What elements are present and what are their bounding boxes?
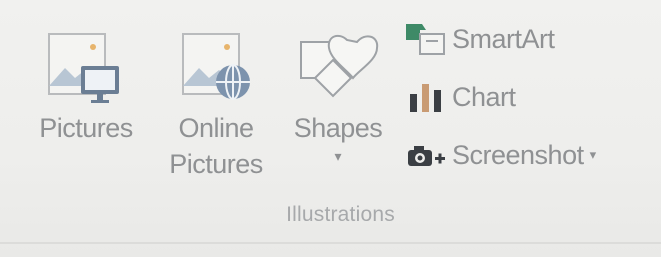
ribbon-bottom-divider bbox=[0, 242, 661, 244]
online-pictures-button[interactable]: Online Pictures bbox=[168, 14, 264, 182]
shapes-dropdown-caret-icon[interactable]: ▾ bbox=[334, 148, 341, 164]
shapes-button[interactable]: Shapes ▾ bbox=[290, 14, 386, 164]
online-pictures-label-line2: Pictures bbox=[169, 149, 263, 179]
illustrations-group: Pictures Online Pictures Shapes ▾ SmartA… bbox=[0, 0, 661, 257]
smartart-icon bbox=[402, 19, 450, 59]
chart-label: Chart bbox=[452, 81, 516, 112]
online-pictures-label-line1: Online bbox=[178, 113, 254, 143]
online-pictures-icon bbox=[168, 14, 264, 110]
shapes-label: Shapes bbox=[293, 113, 383, 143]
small-buttons-column: SmartArt Chart Screenshot ▾ bbox=[402, 10, 596, 184]
shapes-icon bbox=[290, 14, 386, 110]
screenshot-label: Screenshot bbox=[452, 139, 584, 170]
group-label: Illustrations bbox=[0, 203, 661, 227]
screenshot-camera-icon bbox=[402, 135, 450, 175]
pictures-button[interactable]: Pictures bbox=[38, 14, 134, 146]
smartart-label: SmartArt bbox=[452, 23, 555, 54]
chart-button[interactable]: Chart bbox=[402, 68, 596, 126]
picture-monitor-icon bbox=[38, 14, 134, 110]
screenshot-button[interactable]: Screenshot ▾ bbox=[402, 126, 596, 184]
chart-icon bbox=[402, 77, 450, 117]
screenshot-dropdown-caret-icon[interactable]: ▾ bbox=[590, 147, 597, 163]
smartart-button[interactable]: SmartArt bbox=[402, 10, 596, 68]
illustrations-label: Illustrations bbox=[286, 203, 395, 226]
pictures-label: Pictures bbox=[39, 113, 133, 143]
